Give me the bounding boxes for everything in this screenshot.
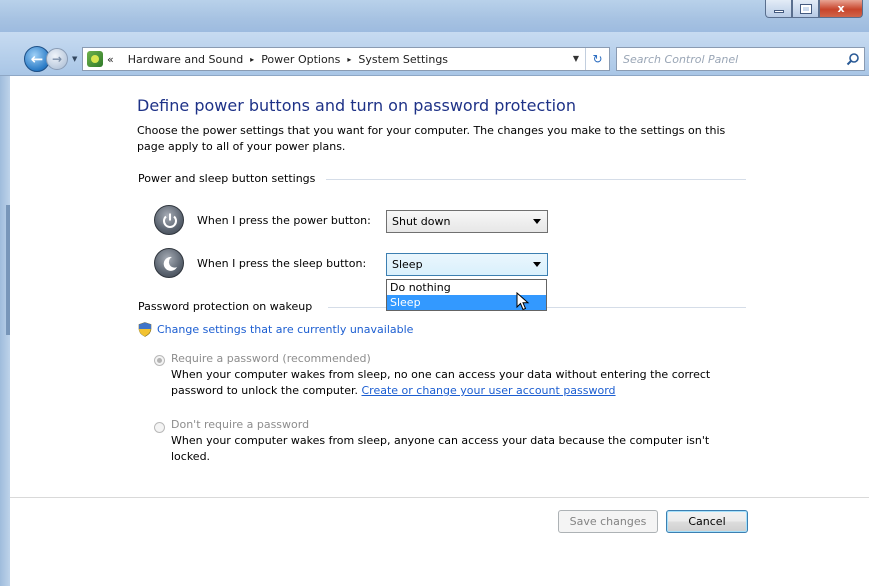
sleep-button-select[interactable]: Sleep (386, 253, 548, 276)
breadcrumb-hardware-and-sound[interactable]: Hardware and Sound (128, 53, 243, 66)
page-title: Define power buttons and turn on passwor… (137, 96, 576, 115)
sleep-button-label: When I press the sleep button: (197, 257, 367, 270)
close-icon: x (837, 2, 845, 15)
search-box[interactable] (616, 47, 865, 71)
control-panel-icon (87, 51, 103, 67)
search-input[interactable] (623, 52, 838, 66)
dont-require-password-description: When your computer wakes from sleep, any… (171, 434, 710, 463)
breadcrumb-arrow-icon[interactable]: ▸ (347, 55, 351, 64)
minimize-icon (773, 10, 784, 13)
content-area: Define power buttons and turn on passwor… (10, 77, 869, 586)
breadcrumb-overflow[interactable]: « (107, 53, 114, 66)
change-unavailable-settings-link[interactable]: Change settings that are currently unava… (157, 323, 413, 336)
power-group-heading: Power and sleep button settings (138, 172, 316, 185)
group-divider (326, 179, 746, 180)
address-dropdown-icon[interactable]: ▼ (573, 54, 579, 63)
refresh-button[interactable]: ↻ (585, 48, 609, 70)
page-description: Choose the power settings that you want … (137, 124, 726, 153)
window-titlebar[interactable]: x (0, 0, 869, 32)
chevron-down-icon (533, 219, 541, 224)
back-arrow-icon: ← (30, 50, 44, 68)
minimize-button[interactable] (765, 0, 792, 18)
maximize-button[interactable] (792, 0, 819, 18)
address-bar[interactable]: « Hardware and Sound ▸ Power Options ▸ S… (82, 47, 610, 71)
navigation-bar: ← → ▼ « Hardware and Sound ▸ Power Optio… (0, 32, 869, 76)
cancel-button[interactable]: Cancel (666, 510, 748, 533)
mouse-pointer-icon (516, 292, 530, 311)
require-password-description: When your computer wakes from sleep, no … (171, 367, 731, 399)
require-password-radio[interactable] (154, 355, 165, 366)
maximize-icon (799, 3, 812, 14)
power-button-label: When I press the power button: (197, 214, 371, 227)
sleep-button-icon (154, 248, 184, 278)
dont-require-password-radio[interactable] (154, 422, 165, 433)
dont-require-password-label: Don't require a password (171, 418, 310, 431)
uac-shield-icon (138, 322, 152, 337)
password-group-heading: Password protection on wakeup (138, 300, 313, 313)
footer-divider (10, 497, 869, 498)
breadcrumb-arrow-icon[interactable]: ▸ (250, 55, 254, 64)
power-button-select[interactable]: Shut down (386, 210, 548, 233)
recent-pages-dropdown[interactable]: ▼ (72, 55, 77, 63)
forward-button[interactable]: → (46, 48, 68, 70)
require-password-label: Require a password (recommended) (171, 352, 371, 365)
save-changes-button[interactable]: Save changes (558, 510, 658, 533)
breadcrumb-power-options[interactable]: Power Options (261, 53, 340, 66)
search-icon[interactable] (846, 52, 860, 66)
breadcrumb-system-settings[interactable]: System Settings (358, 53, 448, 66)
power-button-icon (154, 205, 184, 235)
sleep-button-value: Sleep (392, 258, 423, 271)
close-button[interactable]: x (819, 0, 863, 18)
window-controls: x (765, 0, 863, 18)
forward-arrow-icon: → (51, 52, 63, 66)
chevron-down-icon (533, 262, 541, 267)
create-password-link[interactable]: Create or change your user account passw… (362, 384, 616, 397)
power-button-value: Shut down (392, 215, 451, 228)
